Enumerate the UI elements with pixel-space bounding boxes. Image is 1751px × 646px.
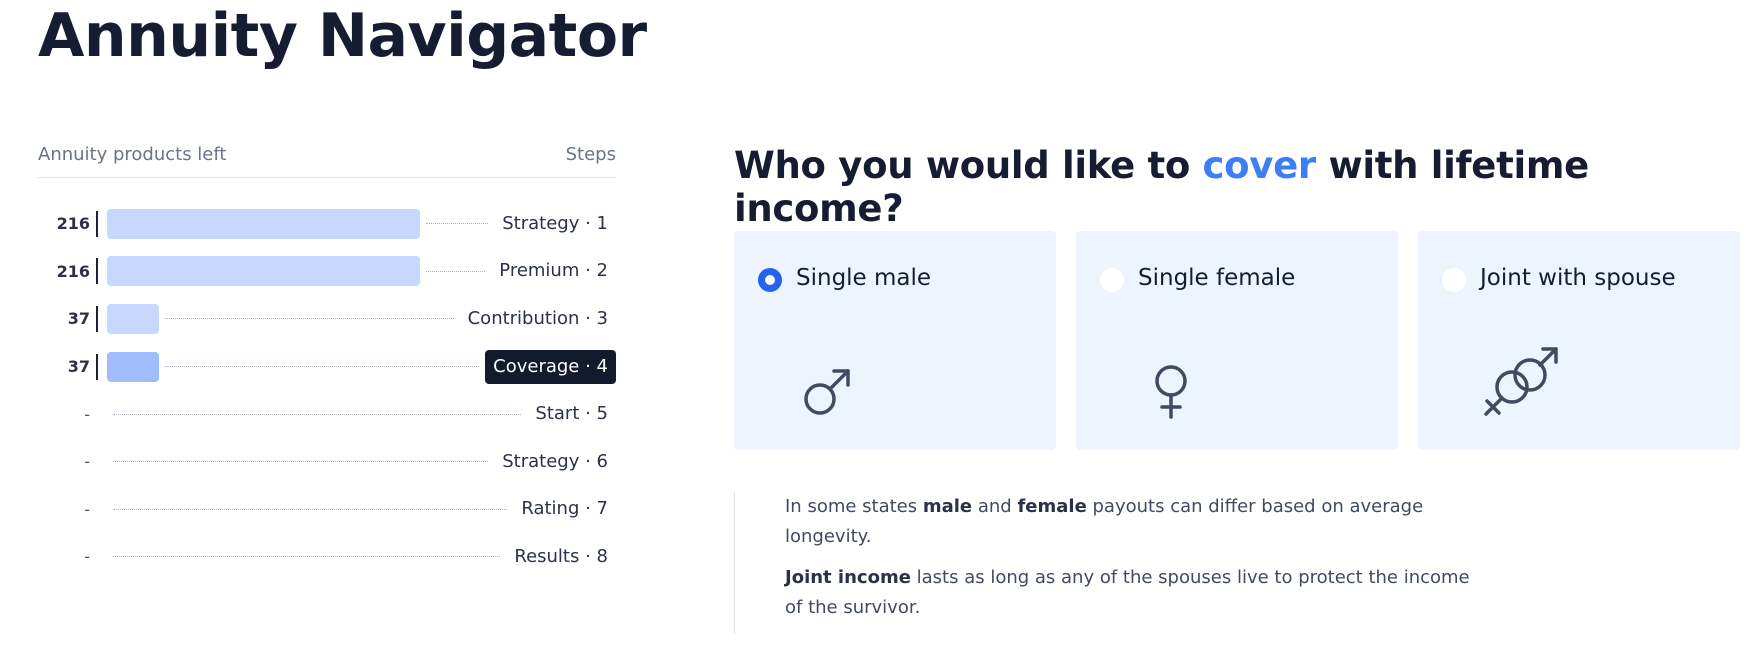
step-bar-track bbox=[107, 303, 460, 334]
radio-single-male[interactable] bbox=[758, 268, 782, 292]
products-left-heading: Annuity products left bbox=[38, 144, 227, 165]
count-divider bbox=[96, 401, 98, 427]
step-bar-track bbox=[107, 208, 494, 239]
step-product-count: 37 bbox=[67, 357, 90, 377]
option-single-female[interactable]: Single female bbox=[1076, 231, 1398, 450]
step-product-count: - bbox=[84, 404, 90, 424]
question-heading: Who you would like to cover with lifetim… bbox=[734, 144, 1751, 230]
female-symbol-icon bbox=[1155, 365, 1187, 419]
app-title: Annuity Navigator bbox=[38, 1, 647, 71]
step-product-count: - bbox=[84, 499, 90, 519]
count-divider bbox=[96, 210, 98, 237]
step-label[interactable]: Start · 5 bbox=[527, 397, 616, 431]
dotted-leader bbox=[113, 508, 508, 510]
coverage-options: Single male Single female Joint with spo… bbox=[734, 231, 1740, 450]
male-symbol-icon bbox=[804, 369, 850, 415]
step-row[interactable]: 37 Contribution · 3 bbox=[38, 295, 616, 343]
step-row[interactable]: 216 Premium · 2 bbox=[38, 248, 616, 296]
step-row[interactable]: 37 Coverage · 4 bbox=[38, 343, 616, 391]
step-row[interactable]: 216 Strategy · 1 bbox=[38, 200, 616, 248]
step-row[interactable]: - Results · 8 bbox=[38, 533, 616, 581]
info-bold-female: female bbox=[1017, 496, 1087, 517]
count-divider bbox=[96, 305, 98, 332]
coverage-info: In some states male and female payouts c… bbox=[734, 492, 1485, 634]
step-product-count: 216 bbox=[56, 261, 90, 281]
step-bar-track bbox=[107, 542, 506, 572]
count-divider bbox=[96, 258, 98, 285]
step-products-bar bbox=[107, 256, 420, 287]
count-divider bbox=[96, 353, 98, 380]
count-divider bbox=[96, 496, 98, 522]
info-paragraph-joint: Joint income lasts as long as any of the… bbox=[785, 563, 1485, 623]
step-label[interactable]: Coverage · 4 bbox=[485, 349, 616, 384]
option-label: Joint with spouse bbox=[1480, 265, 1676, 291]
step-products-bar bbox=[107, 303, 159, 334]
sidebar-header: Annuity products left Steps bbox=[38, 144, 616, 178]
step-bar-track bbox=[107, 494, 513, 524]
info-bold-male: male bbox=[922, 496, 973, 517]
option-label: Single male bbox=[796, 265, 932, 291]
dotted-leader bbox=[113, 413, 522, 415]
step-products-bar bbox=[107, 208, 420, 239]
step-list: 216 Strategy · 1 216 Premium · 2 37 Contribut… bbox=[38, 200, 616, 581]
step-row[interactable]: - Start · 5 bbox=[38, 390, 616, 438]
option-single-male[interactable]: Single male bbox=[734, 231, 1056, 450]
dotted-leader bbox=[165, 318, 454, 320]
option-joint-spouse[interactable]: Joint with spouse bbox=[1418, 231, 1740, 450]
option-label: Single female bbox=[1138, 265, 1296, 291]
steps-sidebar: Annuity products left Steps 216 Strategy … bbox=[38, 144, 616, 581]
joint-gender-icon bbox=[1484, 347, 1558, 416]
step-label[interactable]: Premium · 2 bbox=[491, 254, 616, 288]
question-prefix: Who you would like to bbox=[734, 144, 1203, 187]
step-product-count: 37 bbox=[67, 309, 90, 329]
step-bar-track bbox=[107, 399, 527, 429]
step-label[interactable]: Results · 8 bbox=[506, 540, 616, 574]
step-row[interactable]: - Rating · 7 bbox=[38, 486, 616, 534]
dotted-leader bbox=[426, 223, 489, 225]
step-bar-track bbox=[107, 351, 485, 382]
dotted-leader bbox=[165, 366, 480, 368]
step-row[interactable]: - Strategy · 6 bbox=[38, 438, 616, 486]
question-accent: cover bbox=[1202, 144, 1317, 187]
info-bold-joint-income: Joint income bbox=[785, 567, 911, 588]
step-product-count: 216 bbox=[56, 214, 90, 234]
step-products-bar bbox=[107, 351, 159, 382]
step-bar-track bbox=[107, 256, 491, 287]
step-product-count: - bbox=[84, 547, 90, 567]
info-text: In some states bbox=[785, 496, 923, 517]
step-bar-track bbox=[107, 447, 494, 477]
dotted-leader bbox=[113, 461, 489, 463]
step-product-count: - bbox=[84, 452, 90, 472]
dotted-leader bbox=[113, 556, 501, 558]
step-label[interactable]: Rating · 7 bbox=[513, 492, 616, 526]
radio-single-female[interactable] bbox=[1100, 268, 1124, 292]
step-label[interactable]: Strategy · 6 bbox=[494, 445, 616, 479]
info-text: and bbox=[972, 496, 1018, 517]
step-label[interactable]: Strategy · 1 bbox=[494, 207, 616, 241]
radio-joint-spouse[interactable] bbox=[1442, 268, 1466, 292]
dotted-leader bbox=[426, 270, 486, 272]
steps-heading: Steps bbox=[565, 144, 616, 165]
info-paragraph-gender: In some states male and female payouts c… bbox=[785, 492, 1485, 552]
count-divider bbox=[96, 544, 98, 570]
step-label[interactable]: Contribution · 3 bbox=[460, 302, 616, 336]
count-divider bbox=[96, 449, 98, 475]
